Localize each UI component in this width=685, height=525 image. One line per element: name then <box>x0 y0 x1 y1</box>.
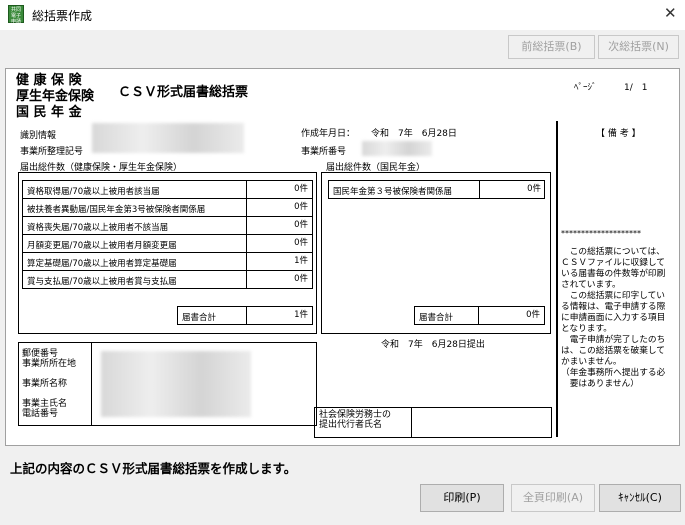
count-row: 国民年金第３号被保険者関係届 0件 <box>328 180 545 199</box>
title-bar: 共同 電子 申請 総括票作成 ✕ <box>0 0 685 30</box>
right-count-table: 国民年金第３号被保険者関係届 0件 届書合計 0件 <box>321 172 551 334</box>
created-date-label: 作成年月日： <box>301 129 356 139</box>
count-row: 算定基礎届/70歳以上被用者算定基礎届 1件 <box>22 252 313 271</box>
notes-text: この総括票については、 ＣＳＶファイルに収録して いる届書毎の件数等が印刷 され… <box>561 247 666 389</box>
heading-pension: 厚生年金保険 <box>16 89 95 104</box>
agent-block: 社会保険労務士の 提出代行者氏名 <box>314 407 552 438</box>
summary-sheet-preview: 健 康 保 険 厚生年金保険 国 民 年 金 ＣＳＶ形式届書総括票 ﾍﾟｰｼﾞ … <box>5 68 680 446</box>
page-label: ﾍﾟｰｼﾞ <box>574 83 597 93</box>
close-icon[interactable]: ✕ <box>664 4 677 22</box>
print-all-button[interactable]: 全頁印刷(A) <box>511 484 595 512</box>
remarks-label: 【 備 考 】 <box>596 129 641 139</box>
next-summary-button[interactable]: 次総括票(N) <box>598 35 679 59</box>
count-row: 被扶養者異動届/国民年金第3号被保険者関係届 0件 <box>22 198 313 217</box>
remarks-divider <box>556 121 558 437</box>
page-value: 1/ 1 <box>624 83 648 93</box>
left-total-row: 届書合計 1件 <box>177 306 313 325</box>
form-title: ＣＳＶ形式届書総括票 <box>118 85 249 100</box>
heading-national: 国 民 年 金 <box>16 105 82 120</box>
office-reg-label: 事業所整理記号 <box>20 147 84 157</box>
address-labels: 郵便番号 事業所所在地 事業所名称 事業主氏名 電話番号 <box>22 349 77 419</box>
notes-stars: ******************** <box>561 229 641 238</box>
office-number-label: 事業所番号 <box>301 147 347 157</box>
count-row: 資格喪失届/70歳以上被用者不該当届 0件 <box>22 216 313 235</box>
window-title: 総括票作成 <box>32 9 93 23</box>
redacted-id <box>92 123 244 153</box>
agent-divider <box>411 408 412 437</box>
address-divider <box>91 343 92 425</box>
id-label: 識別情報 <box>20 131 57 141</box>
print-button[interactable]: 印刷(P) <box>420 484 504 512</box>
count-row: 賞与支払届/70歳以上被用者賞与支払届 0件 <box>22 270 313 289</box>
agent-label: 社会保険労務士の 提出代行者氏名 <box>319 410 392 430</box>
submit-date: 令和 7年 6月28日提出 <box>381 340 485 350</box>
left-count-table: 資格取得届/70歳以上被用者該当届 0件 被扶養者異動届/国民年金第3号被保険者関… <box>18 172 317 334</box>
count-row: 資格取得届/70歳以上被用者該当届 0件 <box>22 180 313 199</box>
redacted-address <box>101 351 251 417</box>
cancel-button[interactable]: ｷｬﾝｾﾙ(C) <box>599 484 681 512</box>
created-date-value: 令和 7年 6月28日 <box>371 129 457 139</box>
address-block: 郵便番号 事業所所在地 事業所名称 事業主氏名 電話番号 <box>18 342 317 426</box>
redacted-office-number <box>362 141 432 156</box>
count-row: 月額変更届/70歳以上被用者月額変更届 0件 <box>22 234 313 253</box>
app-logo-icon: 共同 電子 申請 <box>8 5 24 25</box>
prev-summary-button[interactable]: 前総括票(B) <box>508 35 595 59</box>
insurance-heading: 健 康 保 険 厚生年金保険 国 民 年 金 <box>16 73 94 121</box>
right-total-row: 届書合計 0件 <box>414 306 545 325</box>
confirmation-message: 上記の内容のＣＳＶ形式届書総括票を作成します。 <box>10 461 297 476</box>
heading-health: 健 康 保 険 <box>16 73 82 88</box>
